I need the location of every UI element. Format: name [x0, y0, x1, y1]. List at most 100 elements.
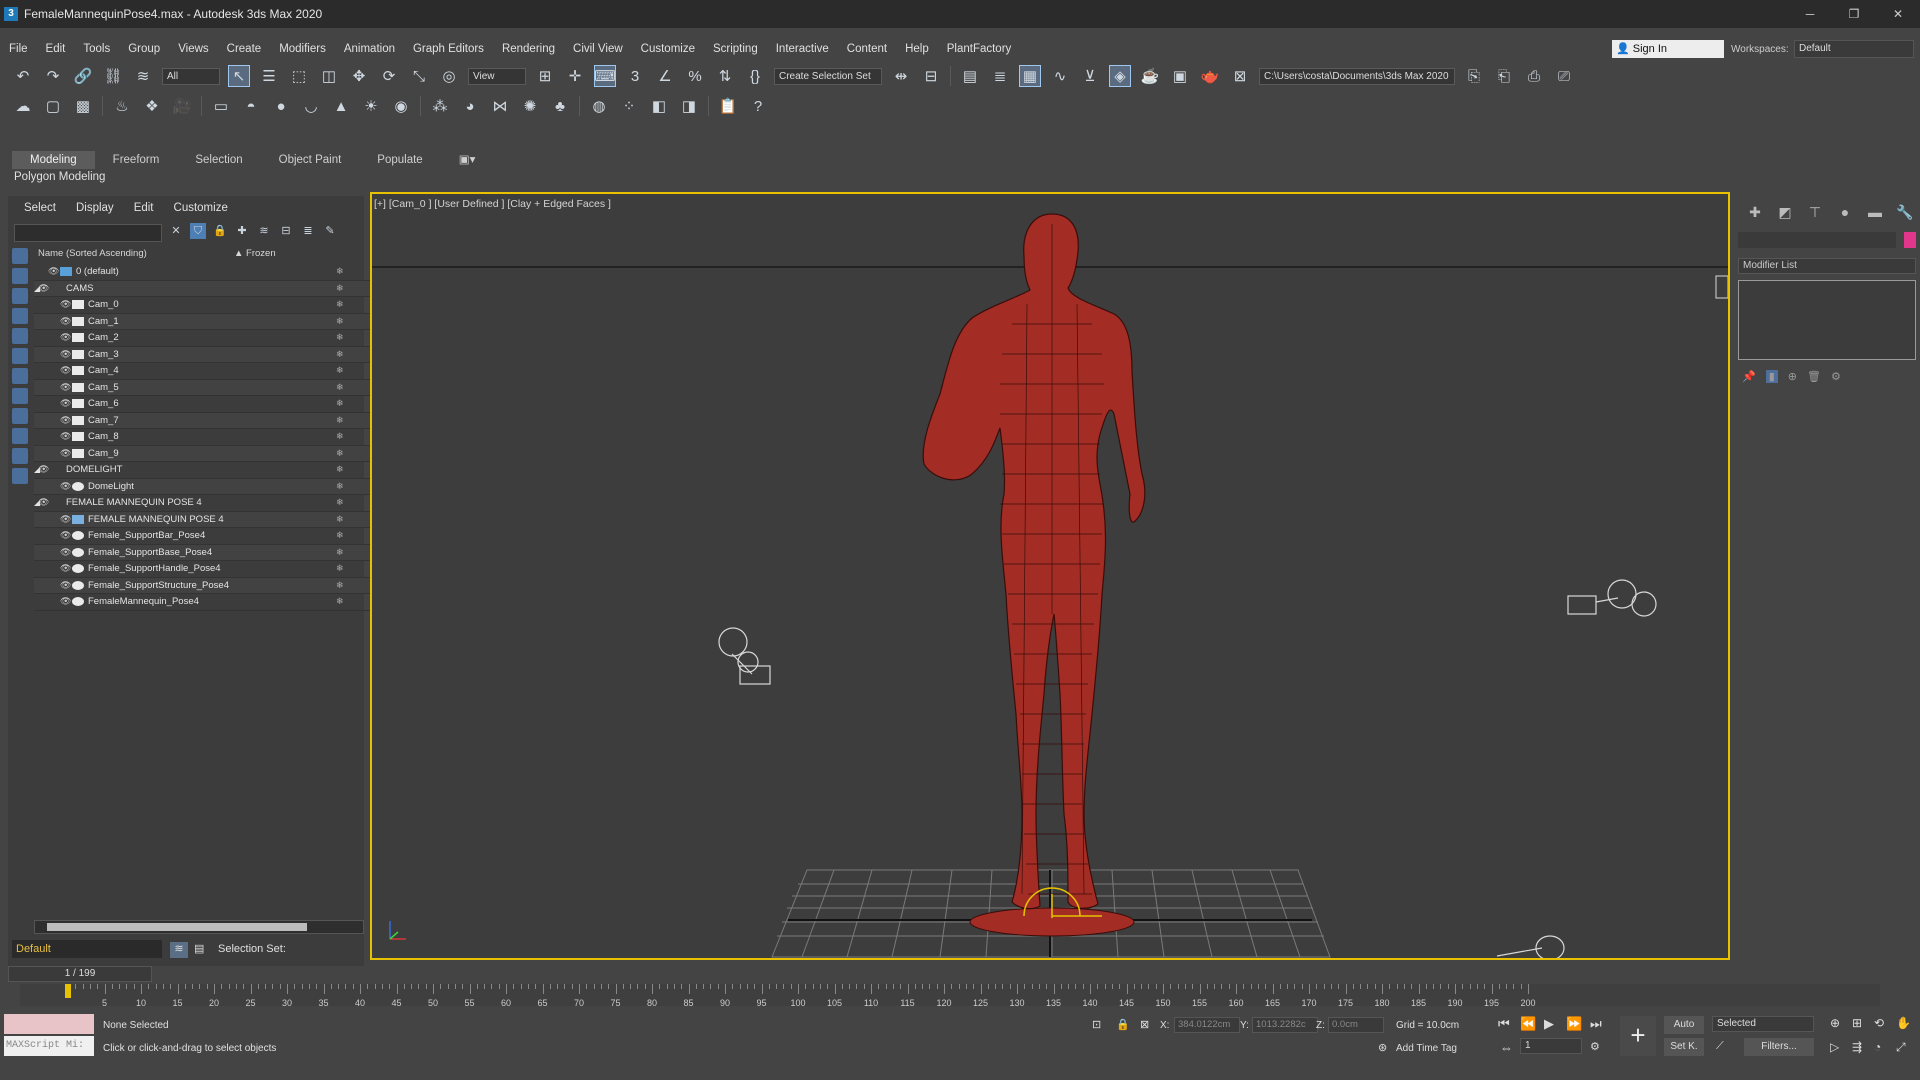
show-end-result-icon[interactable]: ▮	[1765, 370, 1778, 383]
visibility-eye-icon[interactable]: 👁	[60, 481, 72, 492]
rect-selection-icon[interactable]: ⬚	[288, 65, 310, 87]
walkthrough-icon[interactable]: ⇶	[1852, 1040, 1862, 1054]
previous-frame-icon[interactable]: ⏪	[1520, 1016, 1536, 1032]
mesh-tool-icon[interactable]: ⋈	[489, 95, 511, 117]
modifier-stack[interactable]	[1738, 280, 1916, 360]
make-unique-icon[interactable]: ⊕	[1788, 370, 1797, 383]
layers-sort-icon[interactable]: ≣	[300, 223, 316, 239]
move-icon[interactable]: ✥	[348, 65, 370, 87]
maxscript-mini-listener[interactable]: MAXScript Mi:	[4, 1036, 94, 1056]
modify-tab-icon[interactable]: ◩	[1770, 204, 1800, 221]
render-setup-icon[interactable]: ☕	[1139, 65, 1161, 87]
visibility-eye-icon[interactable]: 👁	[38, 283, 50, 294]
zoom-all-icon[interactable]: ⊞	[1852, 1016, 1862, 1030]
orbit-subobject-icon[interactable]: ◔	[1874, 1040, 1881, 1054]
maxscript-listener-pink[interactable]	[4, 1014, 94, 1034]
menu-scripting[interactable]: Scripting	[704, 39, 767, 59]
pin-stack-icon[interactable]: 📌	[1742, 370, 1756, 383]
key-filters-button[interactable]: Filters...	[1744, 1038, 1814, 1056]
freeze-icon[interactable]: ❄	[336, 382, 344, 393]
image-viewer-icon[interactable]: ▩	[72, 95, 94, 117]
current-frame-field[interactable]: 1	[1520, 1038, 1582, 1054]
project-open-icon[interactable]: ⎗	[1493, 65, 1515, 87]
lock-icon[interactable]: 🔒	[212, 223, 228, 239]
display-cameras-icon[interactable]	[12, 308, 28, 324]
isolate-icon[interactable]: ⊡	[1092, 1018, 1101, 1031]
scene-row[interactable]: 👁 Cam_7 ❄	[34, 412, 372, 429]
camera-icon[interactable]: 🎥	[171, 95, 193, 117]
select-object-icon[interactable]: ↖	[228, 65, 250, 87]
scene-row[interactable]: 👁 Cam_2 ❄	[34, 330, 372, 347]
se-menu-display[interactable]: Display	[76, 202, 114, 214]
glass-sphere-icon[interactable]: ◍	[588, 95, 610, 117]
object-color-swatch[interactable]	[1904, 232, 1916, 248]
project-path-dropdown[interactable]: C:\Users\costa\Documents\3ds Max 2020	[1259, 67, 1455, 85]
freeze-icon[interactable]: ❄	[336, 266, 344, 277]
selection-filter-dropdown[interactable]: All	[162, 67, 220, 85]
sun-icon[interactable]: ☀	[360, 95, 382, 117]
maximize-viewport-icon[interactable]: ⤢	[1896, 1040, 1906, 1055]
display-frozen-icon[interactable]	[12, 448, 28, 464]
unlink-icon[interactable]: ⛓	[102, 65, 124, 87]
sky-icon[interactable]: ◉	[390, 95, 412, 117]
freeze-icon[interactable]: ❄	[336, 596, 344, 607]
minimize-icon[interactable]: ─	[1788, 0, 1832, 28]
freeze-icon[interactable]: ❄	[336, 431, 344, 442]
color-palette-icon[interactable]: ⁘	[618, 95, 640, 117]
goto-start-icon[interactable]: ⏮	[1498, 1016, 1510, 1032]
freeze-icon[interactable]: ❄	[336, 448, 344, 459]
scale-icon[interactable]: ⤡	[408, 65, 430, 87]
utilities-tab-icon[interactable]: 🔧	[1890, 204, 1920, 221]
tab-freeform[interactable]: Freeform	[95, 151, 178, 169]
camera-object-right[interactable]	[1567, 579, 1657, 617]
material-editor-icon[interactable]: ◈	[1109, 65, 1131, 87]
plant-icon[interactable]: ♣	[549, 95, 571, 117]
gear-icon[interactable]: ✺	[519, 95, 541, 117]
project-new-icon[interactable]: ⎚	[1553, 65, 1575, 87]
scene-row[interactable]: 👁 Female_SupportHandle_Pose4 ❄	[34, 561, 372, 578]
mirror-icon[interactable]: ⇹	[890, 65, 912, 87]
menu-views[interactable]: Views	[169, 39, 217, 59]
menu-modifiers[interactable]: Modifiers	[270, 39, 335, 59]
display-containers-icon[interactable]	[12, 428, 28, 444]
z-coord-field[interactable]: 0.0cm	[1328, 1017, 1384, 1033]
se-menu-customize[interactable]: Customize	[174, 202, 228, 214]
menu-graph-editors[interactable]: Graph Editors	[404, 39, 493, 59]
freeze-icon[interactable]: ❄	[336, 365, 344, 376]
scene-row[interactable]: 👁 0 (default) ❄	[34, 264, 372, 281]
display-lights-icon[interactable]	[12, 288, 28, 304]
scene-row[interactable]: 👁 Cam_8 ❄	[34, 429, 372, 446]
cone-icon[interactable]: ▲	[330, 95, 352, 117]
menu-content[interactable]: Content	[838, 39, 896, 59]
visibility-eye-icon[interactable]: 👁	[60, 382, 72, 393]
scene-row[interactable]: 👁 FemaleMannequin_Pose4 ❄	[34, 594, 372, 611]
x-coord-field[interactable]: 384.0122cm	[1174, 1017, 1240, 1033]
hierarchy-tab-icon[interactable]: ⊤	[1800, 204, 1830, 221]
display-bones-icon[interactable]	[12, 408, 28, 424]
scene-row[interactable]: ◢ 👁 CAMS ❄	[34, 280, 372, 297]
menu-tools[interactable]: Tools	[74, 39, 119, 59]
hierarchy-icon[interactable]: ⊟	[278, 223, 294, 239]
reference-coord-dropdown[interactable]: View	[468, 67, 526, 85]
project-save-icon[interactable]: ⎙	[1523, 65, 1545, 87]
visibility-eye-icon[interactable]: 👁	[60, 365, 72, 376]
scene-horizontal-scrollbar[interactable]	[34, 920, 364, 934]
clipboard-icon[interactable]: 📋	[717, 95, 739, 117]
visibility-eye-icon[interactable]: 👁	[60, 398, 72, 409]
current-frame-marker[interactable]	[65, 984, 71, 998]
goto-end-icon[interactable]: ⏭	[1590, 1016, 1602, 1032]
scene-row[interactable]: 👁 Cam_4 ❄	[34, 363, 372, 380]
visibility-eye-icon[interactable]: 👁	[60, 596, 72, 607]
track-bar[interactable]: 5 10 15 20 25 30 35 40 45 50 55 60 65 70 75 80 85 90 95 100…	[20, 984, 1880, 1008]
visibility-eye-icon[interactable]: 👁	[60, 332, 72, 343]
new-layer-icon[interactable]: ✚	[234, 223, 250, 239]
align-icon[interactable]: ⊟	[920, 65, 942, 87]
teapot-icon[interactable]: ♨	[111, 95, 133, 117]
tab-object-paint[interactable]: Object Paint	[261, 151, 360, 169]
menu-interactive[interactable]: Interactive	[767, 39, 838, 59]
visibility-eye-icon[interactable]: 👁	[60, 580, 72, 591]
render-icon[interactable]: 🫖	[1199, 65, 1221, 87]
freeze-icon[interactable]: ❄	[336, 580, 344, 591]
select-by-name-icon[interactable]: ☰	[258, 65, 280, 87]
scene-search-input[interactable]	[14, 224, 162, 242]
